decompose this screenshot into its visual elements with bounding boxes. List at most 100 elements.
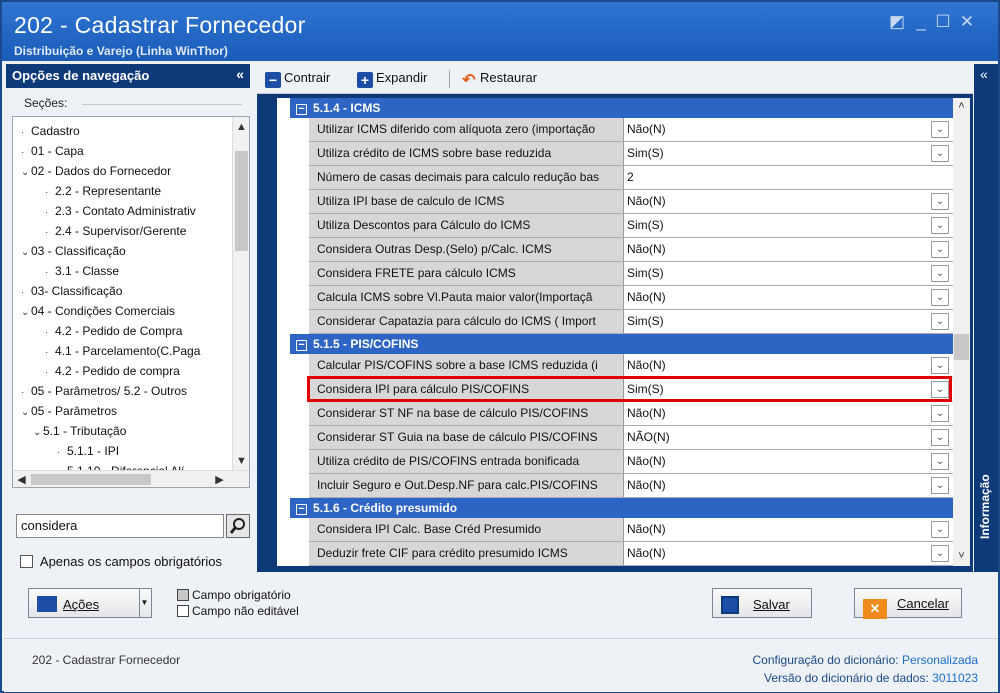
tree-item[interactable]: ⌄ 02 - Dados do Fornecedor bbox=[13, 161, 233, 181]
grid-scroll-thumb[interactable] bbox=[954, 334, 969, 360]
close-icon[interactable]: ✕ bbox=[956, 12, 978, 32]
tree-horizontal-scrollbar[interactable]: ◀ ▶ bbox=[13, 470, 249, 487]
property-row: Considera Outras Desp.(Selo) p/Calc. ICM… bbox=[309, 238, 953, 262]
property-value-text: Não(N) bbox=[627, 194, 666, 208]
property-value-text: Não(N) bbox=[627, 290, 666, 304]
cancel-button[interactable]: ✕ Cancelar bbox=[854, 588, 962, 619]
search-input[interactable]: considera bbox=[16, 514, 224, 538]
only-required-checkbox[interactable] bbox=[20, 555, 33, 568]
scroll-down-icon[interactable]: ▼ bbox=[233, 455, 249, 467]
tree-item[interactable]: · Cadastro bbox=[13, 121, 233, 141]
tree-item[interactable]: · 01 - Capa bbox=[13, 141, 233, 161]
property-value[interactable]: Sim(S) ⌄ bbox=[623, 142, 953, 165]
chevron-down-icon[interactable]: ⌄ bbox=[931, 121, 949, 138]
property-value-text: 2 bbox=[627, 170, 634, 184]
chevron-down-icon[interactable]: ⌄ bbox=[931, 545, 949, 562]
restore-window-icon[interactable]: ◩ bbox=[886, 12, 908, 32]
minus-icon: − bbox=[265, 72, 281, 88]
scroll-down-icon[interactable]: ˅ bbox=[953, 550, 970, 562]
tree-item[interactable]: · 4.2 - Pedido de Compra bbox=[13, 321, 233, 341]
tree-hscroll-thumb[interactable] bbox=[31, 474, 151, 485]
collapse-group-icon[interactable]: − bbox=[296, 340, 307, 351]
chevron-down-icon[interactable]: ⌄ bbox=[21, 243, 31, 261]
chevron-down-icon[interactable]: ⌄ bbox=[931, 145, 949, 162]
group-header[interactable]: −5.1.5 - PIS/COFINS bbox=[290, 334, 953, 354]
grid-vertical-scrollbar[interactable]: ˄ ˅ bbox=[953, 98, 970, 566]
tree-item[interactable]: · 2.2 - Representante bbox=[13, 181, 233, 201]
property-value[interactable]: Não(N) ⌄ bbox=[623, 286, 953, 309]
property-value[interactable]: Não(N) ⌄ bbox=[623, 190, 953, 213]
property-value[interactable]: Não(N) ⌄ bbox=[623, 542, 953, 565]
save-button[interactable]: Salvar bbox=[712, 588, 812, 618]
actions-dropdown-icon[interactable]: ▼ bbox=[139, 589, 149, 617]
chevron-down-icon[interactable]: ⌄ bbox=[931, 241, 949, 258]
tree-vertical-scrollbar[interactable]: ▲ ▼ bbox=[232, 117, 249, 472]
tree-item[interactable]: ⌄ 05 - Parâmetros bbox=[13, 401, 233, 421]
search-button[interactable] bbox=[226, 514, 250, 538]
tree-item[interactable]: · 5.1.1 - IPI bbox=[13, 441, 233, 461]
tree-item[interactable]: ⌄ 04 - Condições Comerciais bbox=[13, 301, 233, 321]
chevron-down-icon[interactable]: ⌄ bbox=[931, 313, 949, 330]
chevron-down-icon[interactable]: ⌄ bbox=[931, 193, 949, 210]
property-value[interactable]: Não(N) ⌄ bbox=[623, 474, 953, 497]
collapse-group-icon[interactable]: − bbox=[296, 104, 307, 115]
collapse-all-button[interactable]: − Contrair bbox=[265, 70, 330, 88]
tree-item[interactable]: · 2.4 - Supervisor/Gerente bbox=[13, 221, 233, 241]
chevron-down-icon[interactable]: ⌄ bbox=[931, 405, 949, 422]
chevron-down-icon[interactable]: ⌄ bbox=[33, 423, 43, 441]
restore-button[interactable]: ↶ Restaurar bbox=[461, 70, 537, 89]
parameters-panel: − Contrair + Expandir ↶ Restaurar −5.1.4 - … bbox=[257, 64, 973, 572]
group-header[interactable]: −5.1.6 - Crédito presumido bbox=[290, 498, 953, 518]
chevron-down-icon[interactable]: ⌄ bbox=[931, 265, 949, 282]
property-value[interactable]: NÃO(N) ⌄ bbox=[623, 426, 953, 449]
tree-item[interactable]: · 05 - Parâmetros/ 5.2 - Outros bbox=[13, 381, 233, 401]
property-value[interactable]: Não(N) ⌄ bbox=[623, 354, 953, 377]
tree-item[interactable]: · 3.1 - Classe bbox=[13, 261, 233, 281]
chevron-down-icon[interactable]: ⌄ bbox=[931, 477, 949, 494]
info-panel[interactable]: « Informação bbox=[974, 64, 998, 572]
only-required-option[interactable]: Apenas os campos obrigatórios bbox=[20, 554, 222, 569]
scroll-left-icon[interactable]: ◀ bbox=[13, 473, 30, 486]
property-value[interactable]: Não(N) ⌄ bbox=[623, 238, 953, 261]
property-value[interactable]: Sim(S) ⌄ bbox=[623, 310, 953, 333]
property-value[interactable]: Não(N) ⌄ bbox=[623, 118, 953, 141]
tree-item[interactable]: ⌄ 5.1 - Tributação bbox=[13, 421, 233, 441]
property-value[interactable]: Sim(S) ⌄ bbox=[623, 214, 953, 237]
property-value[interactable]: Não(N) ⌄ bbox=[623, 402, 953, 425]
chevron-down-icon[interactable]: ⌄ bbox=[931, 521, 949, 538]
tree-item-label: 2.3 - Contato Administrativ bbox=[55, 204, 196, 218]
group-header[interactable]: −5.1.4 - ICMS bbox=[290, 98, 953, 118]
tree-item[interactable]: · 4.2 - Pedido de compra bbox=[13, 361, 233, 381]
tree-item[interactable]: · 2.3 - Contato Administrativ bbox=[13, 201, 233, 221]
property-value[interactable]: 2 bbox=[623, 166, 953, 189]
property-value[interactable]: Não(N) ⌄ bbox=[623, 450, 953, 473]
scroll-up-icon[interactable]: ▲ bbox=[233, 121, 249, 133]
actions-button[interactable]: Ações ▼ bbox=[28, 588, 152, 618]
chevron-down-icon[interactable]: ⌄ bbox=[931, 289, 949, 306]
nav-collapse-icon[interactable]: « bbox=[236, 66, 244, 82]
maximize-icon[interactable]: ☐ bbox=[932, 12, 954, 32]
chevron-down-icon[interactable]: ⌄ bbox=[21, 163, 31, 181]
expand-all-button[interactable]: + Expandir bbox=[357, 70, 427, 88]
minimize-icon[interactable]: _ bbox=[910, 12, 932, 32]
chevron-down-icon[interactable]: ⌄ bbox=[931, 217, 949, 234]
property-row: Incluir Seguro e Out.Desp.NF para calc.P… bbox=[309, 474, 953, 498]
scroll-right-icon[interactable]: ▶ bbox=[211, 473, 228, 486]
chevron-down-icon[interactable]: ⌄ bbox=[931, 429, 949, 446]
tree-item-label: 03 - Classificação bbox=[31, 244, 126, 258]
collapse-group-icon[interactable]: − bbox=[296, 504, 307, 515]
grid-toolbar: − Contrair + Expandir ↶ Restaurar bbox=[257, 64, 973, 94]
chevron-down-icon[interactable]: ⌄ bbox=[21, 403, 31, 421]
chevron-down-icon[interactable]: ⌄ bbox=[931, 357, 949, 374]
chevron-down-icon[interactable]: ⌄ bbox=[931, 453, 949, 470]
property-value[interactable]: Não(N) ⌄ bbox=[623, 518, 953, 541]
sections-tree[interactable]: · Cadastro · 01 - Capa ⌄ 02 - Dados do Fornec… bbox=[12, 116, 250, 488]
info-collapse-icon[interactable]: « bbox=[980, 66, 988, 82]
scroll-up-icon[interactable]: ˄ bbox=[953, 100, 970, 112]
chevron-down-icon[interactable]: ⌄ bbox=[21, 303, 31, 321]
tree-item[interactable]: · 4.1 - Parcelamento(C.Paga bbox=[13, 341, 233, 361]
tree-item[interactable]: · 03- Classificação bbox=[13, 281, 233, 301]
property-value[interactable]: Sim(S) ⌄ bbox=[623, 262, 953, 285]
tree-scroll-thumb[interactable] bbox=[235, 151, 248, 251]
tree-item[interactable]: ⌄ 03 - Classificação bbox=[13, 241, 233, 261]
